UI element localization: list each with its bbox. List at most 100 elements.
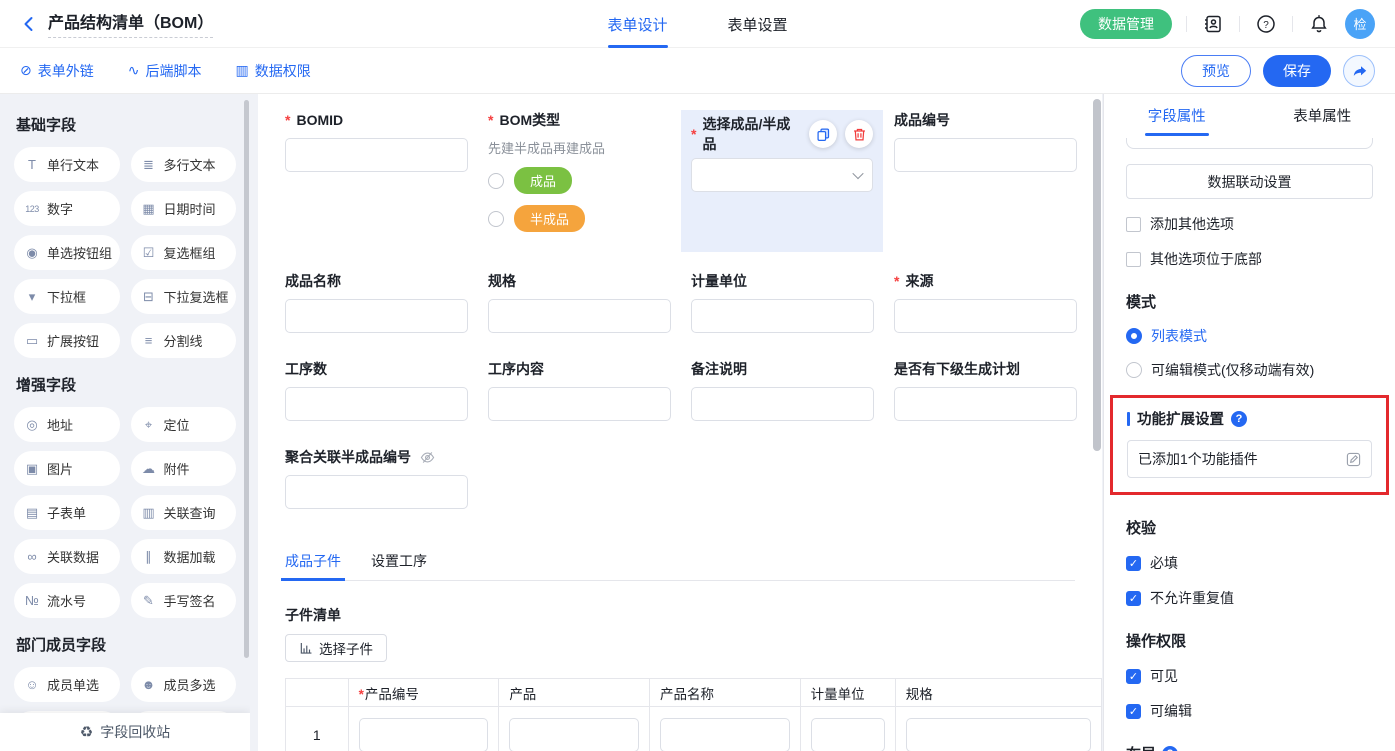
- field-item-number[interactable]: 123数字: [14, 191, 120, 226]
- remark-input[interactable]: [691, 387, 874, 421]
- share-button[interactable]: [1343, 55, 1375, 87]
- field-source[interactable]: *来源: [894, 271, 1097, 359]
- process-content-input[interactable]: [488, 387, 671, 421]
- extension-plugin-field[interactable]: 已添加1个功能插件: [1127, 440, 1372, 478]
- field-item-select[interactable]: ▾下拉框: [14, 279, 120, 314]
- save-button[interactable]: 保存: [1263, 55, 1331, 87]
- bomid-input[interactable]: [285, 138, 468, 172]
- tab-form-properties[interactable]: 表单属性: [1250, 94, 1395, 136]
- radio-editable-mode[interactable]: 可编辑模式(仅移动端有效): [1126, 360, 1373, 380]
- backend-script-link[interactable]: ∿ 后端脚本: [128, 61, 202, 81]
- checkbox-checked-icon[interactable]: ✓: [1126, 556, 1141, 571]
- field-sub-plan[interactable]: 是否有下级生成计划: [894, 359, 1097, 447]
- field-item-image[interactable]: ▣图片: [14, 451, 120, 486]
- field-item-divider[interactable]: ≡分割线: [131, 323, 237, 358]
- field-recycle-bin[interactable]: ♻ 字段回收站: [0, 713, 250, 751]
- field-item-locate[interactable]: ⌖定位: [131, 407, 237, 442]
- form-external-link[interactable]: ⊘ 表单外链: [20, 61, 94, 81]
- selected-field-highlight[interactable]: *选择成品/半成品: [681, 110, 883, 252]
- field-item-datetime[interactable]: ▦日期时间: [131, 191, 237, 226]
- tab-form-settings[interactable]: 表单设置: [728, 0, 788, 48]
- checkbox-checked-icon[interactable]: ✓: [1126, 704, 1141, 719]
- field-remark[interactable]: 备注说明: [691, 359, 894, 447]
- help-circle-icon[interactable]: ?: [1162, 746, 1178, 751]
- field-item-attachment[interactable]: ☁附件: [131, 451, 237, 486]
- select-child-button[interactable]: 选择子件: [285, 634, 387, 662]
- field-item-member-single[interactable]: ☺成员单选: [14, 667, 120, 702]
- radio-icon[interactable]: [1126, 362, 1142, 378]
- cell-spec-input[interactable]: [906, 718, 1091, 751]
- field-item-radio-group[interactable]: ◉单选按钮组: [14, 235, 120, 270]
- checkbox-visible[interactable]: ✓ 可见: [1126, 666, 1373, 686]
- field-item-expand-button[interactable]: ▭扩展按钮: [14, 323, 120, 358]
- data-manage-button[interactable]: 数据管理: [1080, 9, 1172, 39]
- bom-type-option-finished[interactable]: 成品: [488, 167, 691, 194]
- bom-type-option-semi[interactable]: 半成品: [488, 205, 691, 232]
- partial-input[interactable]: [1126, 138, 1373, 149]
- radio-list-mode[interactable]: 列表模式: [1126, 326, 1373, 346]
- eye-slash-icon[interactable]: [420, 450, 435, 465]
- process-count-input[interactable]: [285, 387, 468, 421]
- data-linkage-button[interactable]: 数据联动设置: [1126, 164, 1373, 199]
- field-item-linked-query[interactable]: ▥关联查询: [131, 495, 237, 530]
- source-input[interactable]: [894, 299, 1077, 333]
- checkbox-add-other-option[interactable]: 添加其他选项: [1126, 214, 1373, 234]
- tab-set-process[interactable]: 设置工序: [371, 551, 427, 580]
- field-item-subform[interactable]: ▤子表单: [14, 495, 120, 530]
- sidebar-scrollbar[interactable]: [244, 100, 249, 658]
- radio-icon[interactable]: [488, 173, 504, 189]
- product-name-input[interactable]: [285, 299, 468, 333]
- field-item-checkbox-group[interactable]: ☑复选框组: [131, 235, 237, 270]
- product-code-input[interactable]: [894, 138, 1077, 172]
- field-item-serial-number[interactable]: №流水号: [14, 583, 120, 618]
- checkbox-required[interactable]: ✓ 必填: [1126, 553, 1373, 573]
- checkbox-editable[interactable]: ✓ 可编辑: [1126, 701, 1373, 721]
- data-permission-link[interactable]: ▥ 数据权限: [235, 61, 310, 81]
- canvas-scrollbar[interactable]: [1093, 99, 1101, 451]
- radio-icon[interactable]: [488, 211, 504, 227]
- sub-plan-input[interactable]: [894, 387, 1077, 421]
- field-item-data-load[interactable]: ∥数据加载: [131, 539, 237, 574]
- field-item-signature[interactable]: ✎手写签名: [131, 583, 237, 618]
- checkbox-other-option-bottom[interactable]: 其他选项位于底部: [1126, 249, 1373, 269]
- field-bom-type[interactable]: *BOM类型 先建半成品再建成品 成品 半成品: [488, 110, 691, 271]
- bell-icon[interactable]: [1307, 12, 1331, 36]
- help-icon[interactable]: ?: [1254, 12, 1278, 36]
- field-product-code[interactable]: 成品编号: [894, 110, 1097, 271]
- field-process-count[interactable]: 工序数: [285, 359, 488, 447]
- tab-product-children[interactable]: 成品子件: [285, 551, 341, 580]
- avatar[interactable]: 检: [1345, 9, 1375, 39]
- checkbox-icon[interactable]: [1126, 252, 1141, 267]
- cell-product-code-input[interactable]: [359, 718, 489, 751]
- field-process-content[interactable]: 工序内容: [488, 359, 691, 447]
- copy-field-button[interactable]: [809, 120, 837, 148]
- unit-input[interactable]: [691, 299, 874, 333]
- checkbox-checked-icon[interactable]: ✓: [1126, 591, 1141, 606]
- field-unit[interactable]: 计量单位: [691, 271, 894, 359]
- field-item-address[interactable]: ◎地址: [14, 407, 120, 442]
- cell-product-name-input[interactable]: [660, 718, 790, 751]
- back-button[interactable]: [20, 15, 38, 33]
- tab-form-design[interactable]: 表单设计: [607, 0, 667, 48]
- field-item-multi-text[interactable]: ≣多行文本: [131, 147, 237, 182]
- checkbox-no-duplicate[interactable]: ✓ 不允许重复值: [1126, 588, 1373, 608]
- field-spec[interactable]: 规格: [488, 271, 691, 359]
- field-agg-semi-code[interactable]: 聚合关联半成品编号: [285, 447, 1102, 509]
- field-bomid[interactable]: *BOMID: [285, 110, 488, 271]
- field-item-multiselect[interactable]: ⊟下拉复选框: [131, 279, 237, 314]
- field-item-single-text[interactable]: T单行文本: [14, 147, 120, 182]
- preview-button[interactable]: 预览: [1181, 55, 1251, 87]
- field-item-linked-data[interactable]: ∞关联数据: [14, 539, 120, 574]
- radio-icon[interactable]: [1126, 328, 1142, 344]
- delete-field-button[interactable]: [845, 120, 873, 148]
- field-item-member-multi[interactable]: ☻成员多选: [131, 667, 237, 702]
- agg-semi-code-input[interactable]: [285, 475, 468, 509]
- field-product-name[interactable]: 成品名称: [285, 271, 488, 359]
- spec-input[interactable]: [488, 299, 671, 333]
- cell-unit-input[interactable]: [811, 718, 885, 751]
- contact-book-icon[interactable]: [1201, 12, 1225, 36]
- field-select-product[interactable]: *选择成品/半成品: [691, 110, 894, 271]
- checkbox-checked-icon[interactable]: ✓: [1126, 669, 1141, 684]
- checkbox-icon[interactable]: [1126, 217, 1141, 232]
- tab-field-properties[interactable]: 字段属性: [1104, 94, 1250, 136]
